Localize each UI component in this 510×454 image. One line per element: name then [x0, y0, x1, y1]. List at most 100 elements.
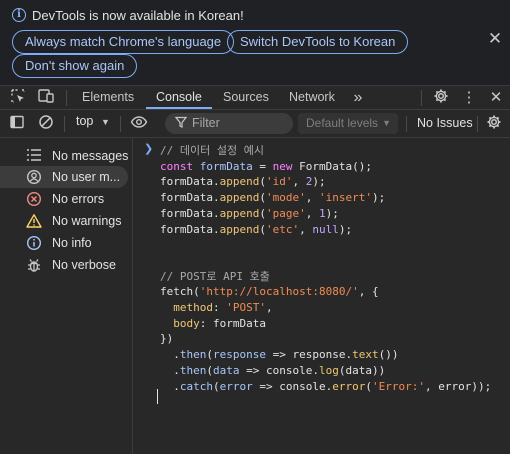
sidebar-item-warnings[interactable]: No warnings	[0, 210, 128, 232]
devtools-main-toolbar: Elements Console Sources Network » ⋮ ✕	[0, 86, 510, 110]
code-token: 'id'	[265, 175, 293, 189]
context-selector[interactable]: top	[76, 114, 93, 128]
code-token: => console.	[239, 363, 319, 377]
user-icon	[26, 169, 42, 185]
more-tabs-icon[interactable]: »	[348, 88, 368, 108]
code-token: 'insert'	[318, 191, 372, 205]
tab-sources[interactable]: Sources	[223, 86, 269, 109]
dont-show-again-button[interactable]: Don't show again	[12, 54, 138, 78]
code-token: null	[312, 222, 339, 236]
code-token: 'Error:'	[371, 379, 425, 393]
code-token: formData.	[160, 191, 220, 205]
console-output[interactable]: ❯ // 데이터 설정 예시 const formData = new FormD…	[134, 138, 510, 454]
code-token: .	[160, 379, 180, 393]
info-icon	[26, 235, 42, 251]
code-token: append	[219, 206, 260, 220]
code-token: .	[160, 348, 180, 362]
inspect-element-icon[interactable]	[8, 88, 28, 108]
code-line: })	[160, 331, 491, 347]
sidebar-toggle-icon[interactable]	[7, 114, 27, 134]
code-token: 1	[318, 206, 326, 220]
issues-counter[interactable]: No Issues	[417, 116, 473, 130]
code-token: );	[338, 222, 353, 236]
switch-language-button[interactable]: Switch DevTools to Korean	[227, 30, 409, 54]
console-settings-gear-icon[interactable]	[484, 114, 504, 134]
infobar-message: DevTools is now available in Korean!	[32, 8, 244, 23]
code-token: fetch(	[160, 285, 200, 299]
code-token: 'POST'	[226, 301, 266, 315]
code-token: body	[173, 316, 200, 330]
code-line: // POST로 API 호출	[160, 269, 491, 285]
code-token: ())	[378, 348, 399, 362]
text-cursor	[157, 389, 158, 404]
code-token: // 데이터 설정 예시	[160, 144, 264, 157]
code-token: 'page'	[265, 206, 306, 220]
settings-gear-icon[interactable]	[431, 88, 451, 108]
code-token: ,	[266, 301, 273, 315]
chevron-down-icon: ▼	[382, 118, 391, 128]
clear-console-icon[interactable]	[36, 114, 56, 134]
code-line: // 데이터 설정 예시	[160, 143, 491, 159]
toolbar-divider	[406, 116, 407, 132]
code-token: error	[219, 379, 253, 393]
sidebar-item-user-messages[interactable]: No user m...	[0, 166, 128, 188]
code-line: .then(data => console.log(data))	[160, 363, 491, 379]
sidebar-item-errors[interactable]: No errors	[0, 188, 128, 210]
code-token: (	[259, 175, 266, 189]
code-token: );	[371, 191, 386, 205]
code-line: fetch('http://localhost:8080/', {	[160, 284, 491, 300]
language-infobar: i DevTools is now available in Korean! ✕…	[0, 0, 510, 86]
sidebar-item-verbose[interactable]: No verbose	[0, 254, 128, 276]
tab-elements[interactable]: Elements	[82, 86, 134, 109]
close-icon[interactable]: ✕	[486, 30, 504, 48]
code-line: body: formData	[160, 316, 491, 332]
code-token: new	[272, 159, 300, 173]
code-token: FormData();	[299, 159, 372, 173]
code-token: =	[252, 159, 273, 173]
toolbar-divider	[477, 116, 478, 132]
code-token: // POST로 API 호출	[160, 269, 270, 283]
console-code-input[interactable]: // 데이터 설정 예시 const formData = new FormDat…	[160, 143, 491, 394]
toolbar-divider	[120, 116, 121, 132]
code-token: => console.	[252, 379, 333, 393]
code-token: formData.	[160, 206, 220, 220]
sidebar-item-label: No verbose	[52, 258, 116, 272]
sidebar-item-label: No errors	[52, 192, 105, 206]
sidebar-item-messages[interactable]: No messages	[0, 145, 128, 167]
filter-input[interactable]: Filter	[165, 113, 293, 134]
code-token: );	[325, 206, 339, 220]
sidebar-item-info[interactable]: No info	[0, 232, 128, 254]
code-token: .	[160, 363, 180, 377]
tab-console[interactable]: Console	[146, 86, 212, 109]
code-token: log	[318, 363, 339, 377]
sidebar-item-label: No info	[52, 236, 92, 250]
code-line: .catch(error => console.error('Error:', …	[160, 379, 491, 395]
tab-network[interactable]: Network	[289, 86, 335, 109]
filter-placeholder: Filter	[192, 116, 220, 130]
log-levels-label: Default levels	[306, 116, 379, 130]
sidebar-item-label: No user m...	[52, 170, 121, 184]
close-devtools-icon[interactable]: ✕	[486, 88, 506, 108]
sidebar-item-label: No messages	[52, 149, 129, 163]
log-levels-dropdown[interactable]: Default levels ▼	[298, 113, 398, 134]
sidebar-item-label: No warnings	[52, 214, 122, 228]
code-token: catch	[179, 379, 213, 393]
eye-icon[interactable]	[129, 114, 149, 134]
device-toolbar-icon[interactable]	[36, 88, 56, 108]
code-token: method	[173, 301, 213, 315]
code-token: })	[160, 332, 174, 346]
code-token: (	[206, 348, 213, 362]
code-token: error	[332, 379, 366, 393]
code-token: : formData	[199, 316, 266, 330]
code-line: const formData = new FormData();	[160, 159, 491, 175]
code-token: 'etc'	[265, 222, 300, 236]
toolbar-divider	[421, 90, 422, 106]
match-language-button[interactable]: Always match Chrome's language	[12, 30, 235, 54]
chevron-down-icon: ▼	[101, 117, 110, 127]
code-token: ,	[305, 206, 319, 220]
kebab-menu-icon[interactable]: ⋮	[459, 88, 479, 108]
